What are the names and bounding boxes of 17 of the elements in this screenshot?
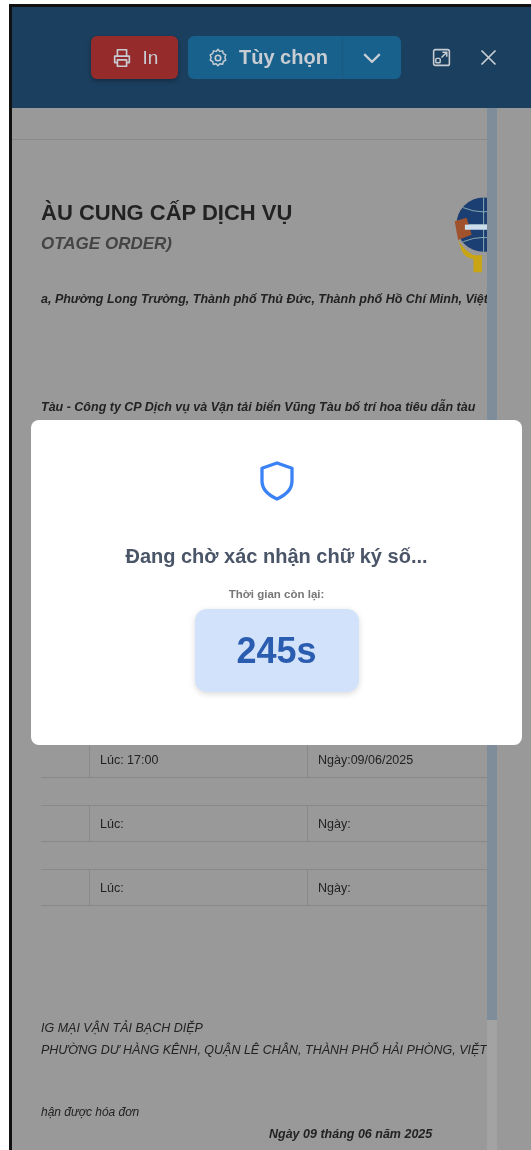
company-name: IG MẠI VẬN TẢI BẠCH DIỆP [41,1021,204,1035]
date-line: Ngày 09 tháng 06 năm 2025 [269,1127,434,1141]
table-cell: Lúc: [89,870,307,905]
company-address: PHƯỜNG DƯ HÀNG KÊNH, QUẬN LÊ CHÂN, THÀNH PHỐ HẢI PHÒNG, VIỆT [41,1043,487,1057]
table-cell: Lúc: [89,806,307,841]
print-button[interactable]: In [91,36,178,79]
invoice-note: hận được hóa đơn [41,1105,141,1119]
document-subtitle: OTAGE ORDER) [41,234,173,254]
close-icon[interactable] [478,47,499,68]
expand-icon[interactable] [431,47,452,68]
intro-text: Tàu - Công ty CP Dịch vụ và Vận tải biển Vũng Tàu bố trí hoa tiêu dẫn tàu [41,400,477,414]
chevron-down-icon [363,52,381,63]
countdown-timer: 245s [194,609,359,692]
document-title: ÀU CUNG CẤP DỊCH VỤ [41,200,293,226]
countdown-label: Thời gian còn lại: [228,588,325,600]
settings-icon [207,46,229,69]
dialog-title: Đang chờ xác nhận chữ ký số... [125,545,428,568]
